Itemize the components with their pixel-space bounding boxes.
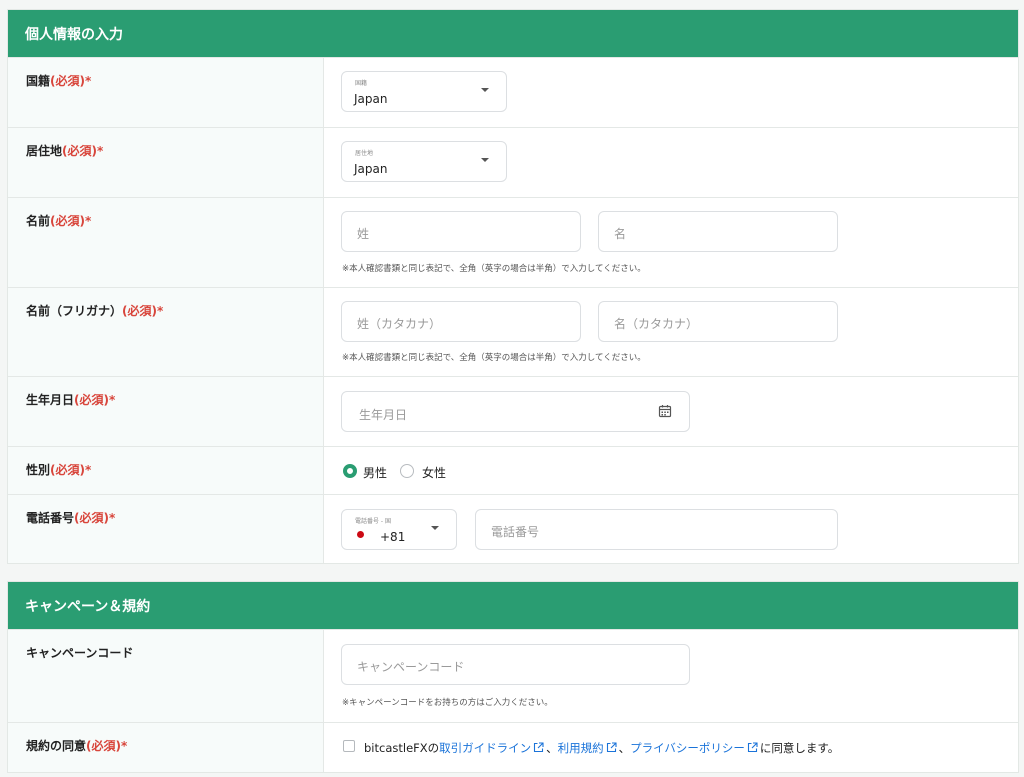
required-mark: (必須)* <box>74 393 116 407</box>
external-link-icon <box>747 742 758 753</box>
chevron-down-icon <box>481 158 489 162</box>
gender-male-label[interactable]: 男性 <box>363 464 387 481</box>
residence-row: 居住地(必須)* 居住地 Japan <box>8 127 1018 197</box>
phone-country-select[interactable]: 電話番号 - 国 +81 <box>341 509 457 550</box>
name-kana-note: ※本人確認書類と同じ表記で、全角（英字の場合は半角）で入力してください。 <box>342 353 646 363</box>
nationality-row: 国籍(必須)* 国籍 Japan <box>8 57 1018 127</box>
name-note: ※本人確認書類と同じ表記で、全角（英字の場合は半角）で入力してください。 <box>342 264 646 274</box>
phone-row: 電話番号(必須)* 電話番号 - 国 +81 電話番号 <box>8 494 1018 563</box>
campaign-code-input[interactable]: キャンペーンコード <box>341 644 690 685</box>
agreement-checkbox[interactable] <box>343 740 355 752</box>
birthdate-row: 生年月日(必須)* 生年月日 <box>8 376 1018 446</box>
gender-row: 性別(必須)* 男性 女性 <box>8 446 1018 494</box>
chevron-down-icon <box>431 526 439 530</box>
trading-guideline-link[interactable]: 取引ガイドライン <box>439 741 531 755</box>
required-mark: (必須)* <box>50 74 92 88</box>
japan-flag-icon <box>357 531 364 538</box>
phone-number-input[interactable]: 電話番号 <box>475 509 838 550</box>
last-name-input[interactable]: 姓 <box>341 211 581 252</box>
campaign-note: ※キャンペーンコードをお持ちの方はご入力ください。 <box>342 698 553 708</box>
gender-female-label[interactable]: 女性 <box>422 464 446 481</box>
phone-label: 電話番号(必須)* <box>26 511 116 525</box>
external-link-icon <box>606 742 617 753</box>
first-name-input[interactable]: 名 <box>598 211 838 252</box>
birthdate-input[interactable]: 生年月日 <box>341 391 690 432</box>
calendar-icon[interactable] <box>658 404 672 418</box>
campaign-terms-section: キャンペーン＆規約 キャンペーンコード キャンペーンコード ※キャンペーンコード… <box>8 582 1018 772</box>
agreement-label: 規約の同意(必須)* <box>26 739 128 753</box>
required-mark: (必須)* <box>122 304 164 318</box>
name-kana-label: 名前（フリガナ）(必須)* <box>26 304 164 318</box>
required-mark: (必須)* <box>74 511 116 525</box>
section-title: 個人情報の入力 <box>8 10 1018 57</box>
gender-female-radio[interactable] <box>400 464 414 478</box>
gender-male-radio[interactable] <box>343 464 357 478</box>
campaign-label: キャンペーンコード <box>26 646 134 660</box>
first-name-kana-input[interactable]: 名（カタカナ） <box>598 301 838 342</box>
birthdate-label: 生年月日(必須)* <box>26 393 116 407</box>
name-label: 名前(必須)* <box>26 214 92 228</box>
personal-info-section: 個人情報の入力 国籍(必須)* 国籍 Japan 居住地(必須)* 居住地 Ja… <box>8 10 1018 563</box>
name-kana-row: 名前（フリガナ）(必須)* 姓（カタカナ） 名（カタカナ） ※本人確認書類と同じ… <box>8 287 1018 376</box>
required-mark: (必須)* <box>62 144 104 158</box>
campaign-row: キャンペーンコード キャンペーンコード ※キャンペーンコードをお持ちの方はご入力… <box>8 629 1018 722</box>
external-link-icon <box>534 742 544 753</box>
section-title: キャンペーン＆規約 <box>8 582 1018 629</box>
required-mark: (必須)* <box>50 214 92 228</box>
last-name-kana-input[interactable]: 姓（カタカナ） <box>341 301 581 342</box>
privacy-policy-link[interactable]: プライバシーポリシー <box>630 741 745 755</box>
nationality-label: 国籍(必須)* <box>26 74 92 88</box>
terms-of-use-link[interactable]: 利用規約 <box>558 741 604 755</box>
name-row: 名前(必須)* 姓 名 ※本人確認書類と同じ表記で、全角（英字の場合は半角）で入… <box>8 197 1018 287</box>
residence-label: 居住地(必須)* <box>26 144 104 158</box>
chevron-down-icon <box>481 88 489 92</box>
agreement-row: 規約の同意(必須)* bitcastleFXの取引ガイドライン 、利用規約 、プライ… <box>8 722 1018 772</box>
gender-label: 性別(必須)* <box>26 463 92 477</box>
residence-select[interactable]: 居住地 Japan <box>341 141 507 182</box>
nationality-select[interactable]: 国籍 Japan <box>341 71 507 112</box>
required-mark: (必須)* <box>86 739 128 753</box>
agreement-text: bitcastleFXの取引ガイドライン 、利用規約 、プライバシーポリシー に同意し… <box>364 741 840 755</box>
required-mark: (必須)* <box>50 463 92 477</box>
